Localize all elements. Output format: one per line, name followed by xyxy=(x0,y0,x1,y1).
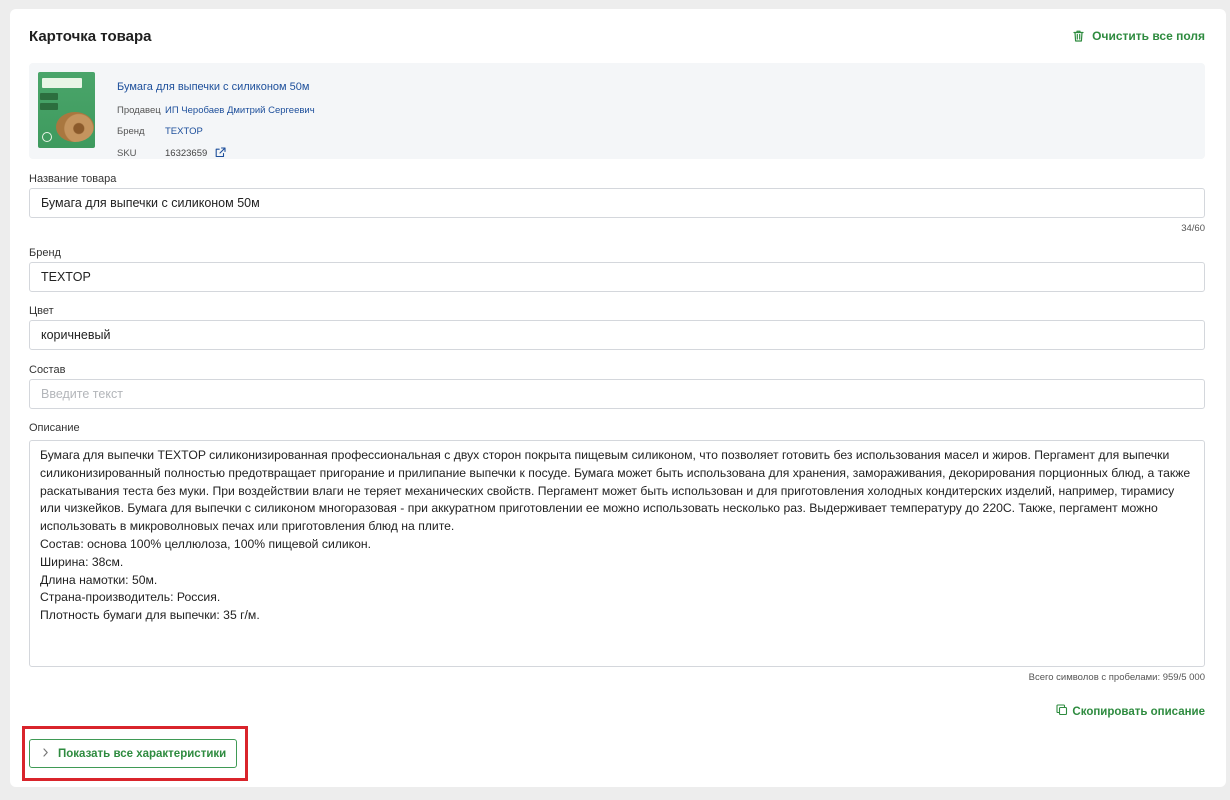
color-field-label: Цвет xyxy=(29,305,54,317)
name-field-label: Название товара xyxy=(29,173,117,185)
show-all-characteristics-label: Показать все характеристики xyxy=(58,747,227,760)
brand-row: Бренд TEXTOP xyxy=(117,126,203,137)
clear-all-button[interactable]: Очистить все поля xyxy=(1073,29,1205,43)
sku-row: SKU 16323659 xyxy=(117,147,226,161)
brand-key: Бренд xyxy=(117,126,145,137)
seller-key: Продавец xyxy=(117,105,161,116)
copy-description-button[interactable]: Скопировать описание xyxy=(1056,704,1205,719)
product-summary: Бумага для выпечки с силиконом 50м Прода… xyxy=(29,63,1205,159)
seller-row: Продавец ИП Черобаев Дмитрий Сергеевич xyxy=(117,105,315,116)
sku-key: SKU xyxy=(117,148,137,159)
brand-input[interactable] xyxy=(29,262,1205,292)
seller-link[interactable]: ИП Черобаев Дмитрий Сергеевич xyxy=(165,105,315,116)
name-input[interactable] xyxy=(29,188,1205,218)
product-name-link[interactable]: Бумага для выпечки с силиконом 50м xyxy=(117,81,309,93)
chevron-right-icon xyxy=(42,747,49,760)
name-counter: 34/60 xyxy=(1181,223,1205,234)
external-link-icon[interactable] xyxy=(215,147,226,161)
product-card: Карточка товара Очистить все поля Бумага… xyxy=(10,9,1226,787)
sku-value: 16323659 xyxy=(165,148,208,159)
composition-field-label: Состав xyxy=(29,364,66,376)
page-title: Карточка товара xyxy=(29,28,152,45)
description-counter: Всего символов с пробелами: 959/5 000 xyxy=(1028,672,1205,683)
brand-link[interactable]: TEXTOP xyxy=(165,126,203,137)
brand-field-label: Бренд xyxy=(29,247,61,259)
description-textarea[interactable]: Бумага для выпечки TEXTOP силиконизирова… xyxy=(29,440,1205,667)
product-image[interactable] xyxy=(38,72,95,148)
trash-icon xyxy=(1073,30,1084,42)
color-input[interactable] xyxy=(29,320,1205,350)
composition-input[interactable] xyxy=(29,379,1205,409)
copy-description-label: Скопировать описание xyxy=(1072,705,1205,718)
description-field-label: Описание xyxy=(29,422,80,434)
copy-icon xyxy=(1056,704,1068,719)
show-all-characteristics-button[interactable]: Показать все характеристики xyxy=(29,739,237,768)
clear-all-label: Очистить все поля xyxy=(1092,29,1205,43)
